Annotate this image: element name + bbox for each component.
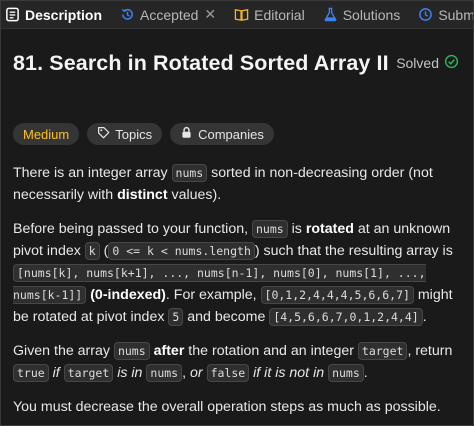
tab-accepted[interactable]: Accepted ✕ <box>114 1 222 28</box>
tab-submissions-label: Submissions <box>438 6 474 23</box>
inline-code: nums <box>251 220 288 238</box>
text <box>203 365 207 381</box>
difficulty-badge[interactable]: Medium <box>13 123 80 145</box>
solved-status: Solved <box>396 54 459 72</box>
flask-icon <box>323 7 338 22</box>
tag-row: Medium Topics Companies <box>13 123 463 145</box>
inline-code: 5 <box>168 308 184 326</box>
book-icon <box>234 7 249 22</box>
description-icon <box>5 7 20 22</box>
difficulty-label: Medium <box>23 126 70 142</box>
tab-accepted-label: Accepted <box>140 6 199 23</box>
text: , <box>182 365 190 381</box>
solved-label: Solved <box>396 55 439 71</box>
bold-text: rotated <box>305 221 354 237</box>
title-row: 81. Search in Rotated Sorted Array II So… <box>13 41 463 85</box>
tab-description-label: Description <box>25 6 103 23</box>
tab-bar: Description Accepted ✕ Editorial Solutio… <box>1 1 474 29</box>
inline-code: k <box>84 242 100 260</box>
text: Given the array <box>13 343 114 359</box>
description-panel: Description Accepted ✕ Editorial Solutio… <box>0 0 474 426</box>
topics-label: Topics <box>115 126 153 142</box>
inline-code: nums <box>113 342 150 360</box>
text: ) such that the resulting array is <box>254 243 453 259</box>
text: and become <box>183 309 270 325</box>
inline-code: nums <box>146 364 183 382</box>
inline-code: [0,1,2,4,4,4,5,6,6,7] <box>260 286 414 304</box>
italic-text: or <box>189 365 203 381</box>
inline-code: 0 <= k < nums.length <box>108 242 255 260</box>
problem-description: There is an integer array nums sorted in… <box>13 162 461 418</box>
problem-content: 81. Search in Rotated Sorted Array II So… <box>13 41 463 425</box>
description-paragraph: You must decrease the overall operation … <box>13 399 441 415</box>
bold-text: after <box>153 343 185 359</box>
inline-code: [4,5,6,6,7,0,1,2,4,4] <box>269 308 423 326</box>
inline-code: false <box>206 364 250 382</box>
inline-code: true <box>13 364 49 382</box>
tag-icon <box>97 126 110 142</box>
lock-icon <box>180 126 193 142</box>
clock-icon <box>418 7 433 22</box>
tab-editorial-label: Editorial <box>254 6 305 23</box>
description-paragraph: Given the array nums after the rotation … <box>13 340 461 384</box>
tab-solutions-label: Solutions <box>342 6 401 23</box>
history-icon <box>120 7 135 22</box>
inline-code: target <box>63 364 114 382</box>
companies-button[interactable]: Companies <box>170 123 274 145</box>
bold-text: distinct <box>117 187 168 203</box>
tab-description[interactable]: Description <box>1 1 108 28</box>
bold-text: (0-indexed) <box>90 287 166 303</box>
italic-text: if it is not in <box>253 365 325 381</box>
description-paragraph: Before being passed to your function, nu… <box>13 218 461 328</box>
inline-code: nums <box>328 364 364 382</box>
text: the rotation and an integer <box>184 343 358 359</box>
text: values). <box>167 187 222 203</box>
text: . For example, <box>165 287 261 303</box>
description-paragraph: There is an integer array nums sorted in… <box>13 162 461 206</box>
inline-code: target <box>357 342 408 360</box>
tab-editorial[interactable]: Editorial <box>228 1 311 28</box>
text: There is an integer array <box>13 165 172 181</box>
inline-code: nums <box>171 164 208 182</box>
check-circle-icon <box>439 54 459 72</box>
text: . <box>422 309 427 325</box>
problem-title[interactable]: 81. Search in Rotated Sorted Array II <box>13 51 389 76</box>
text: is <box>287 221 306 237</box>
tab-submissions[interactable]: Submissions <box>412 1 474 28</box>
text: , return <box>407 343 453 359</box>
topics-button[interactable]: Topics <box>87 123 163 145</box>
text: Before being passed to your function, <box>13 221 252 237</box>
italic-text: if <box>52 365 60 381</box>
close-icon[interactable]: ✕ <box>204 6 216 23</box>
italic-text: is in <box>117 365 143 381</box>
tab-solutions[interactable]: Solutions <box>317 1 407 28</box>
companies-label: Companies <box>198 126 264 142</box>
text: . <box>363 365 368 381</box>
